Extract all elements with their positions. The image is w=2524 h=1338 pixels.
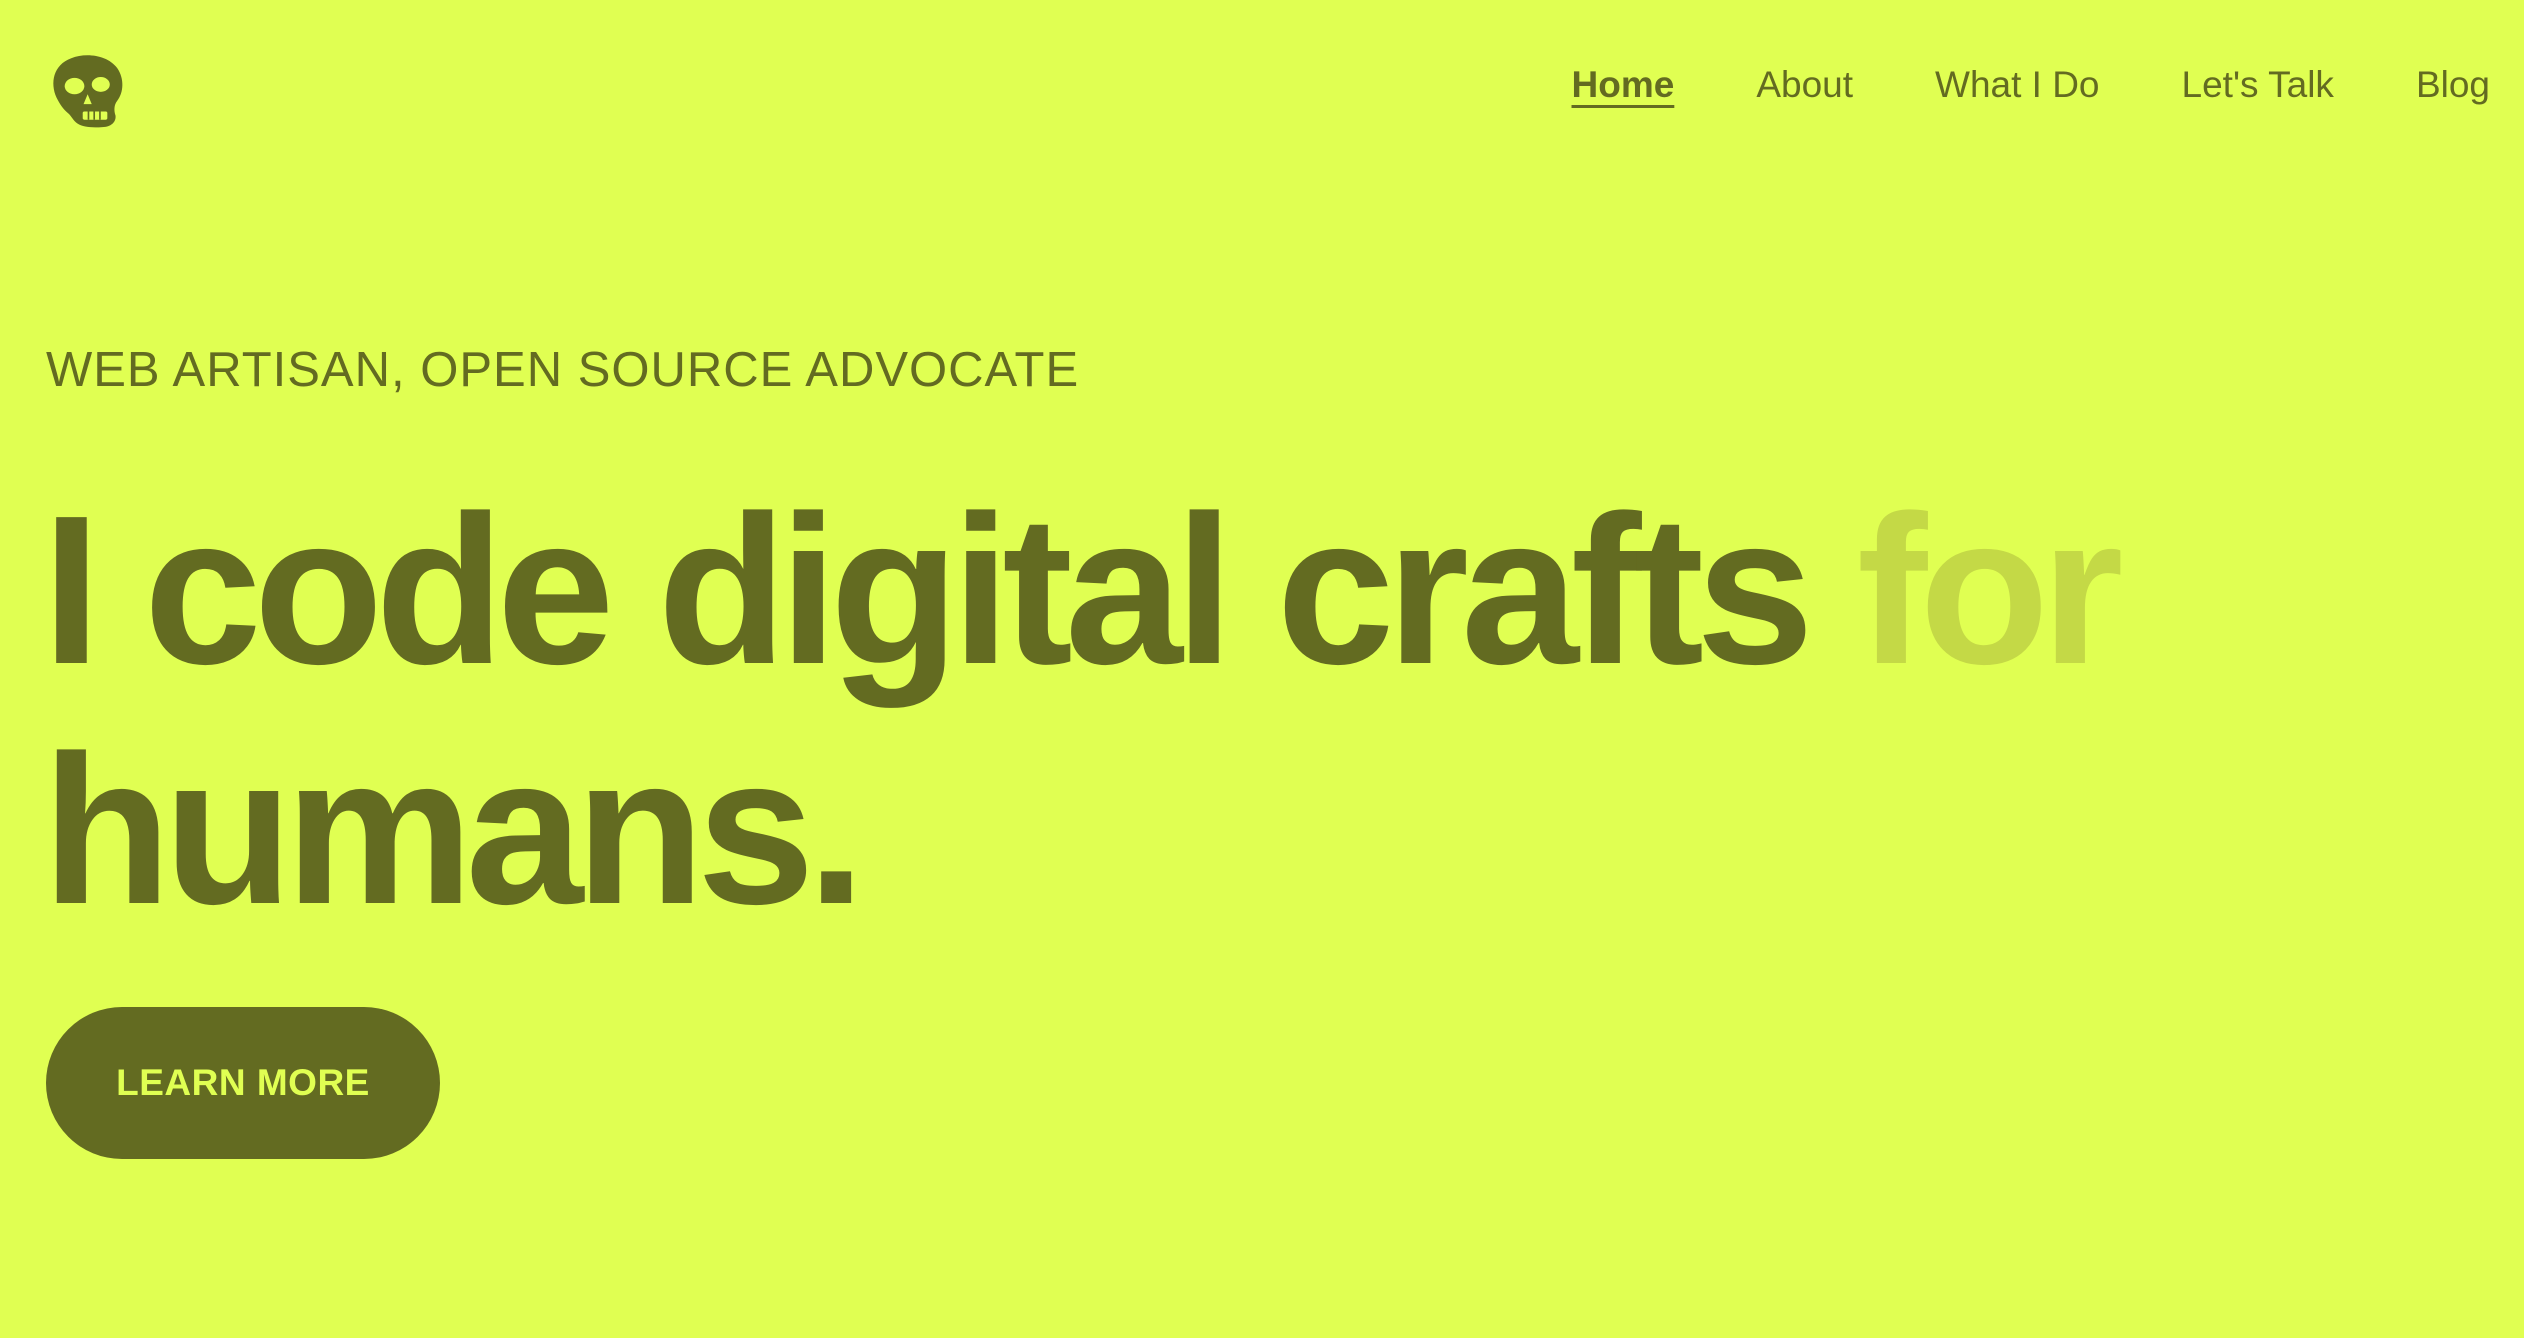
hero-headline: I code digital crafts for humans.: [42, 470, 2342, 950]
headline-main: I code digital crafts: [42, 471, 1814, 708]
nav-home[interactable]: Home: [1572, 60, 1675, 110]
main-nav: Home About What I Do Let's Talk Blog: [1572, 60, 2491, 110]
nav-about[interactable]: About: [1756, 60, 1853, 110]
hero-eyebrow: WEB ARTISAN, OPEN SOURCE ADVOCATE: [46, 343, 1080, 397]
nav-what-i-do[interactable]: What I Do: [1935, 60, 2100, 110]
nav-blog[interactable]: Blog: [2416, 60, 2490, 110]
headline-end: humans.: [42, 711, 866, 948]
skull-icon: [53, 55, 123, 128]
headline-muted: for: [1856, 471, 2124, 708]
nav-lets-talk[interactable]: Let's Talk: [2182, 60, 2334, 110]
site-header: Home About What I Do Let's Talk Blog: [0, 0, 2524, 180]
learn-more-button[interactable]: LEARN MORE: [46, 1007, 440, 1159]
logo-link[interactable]: [45, 50, 127, 132]
